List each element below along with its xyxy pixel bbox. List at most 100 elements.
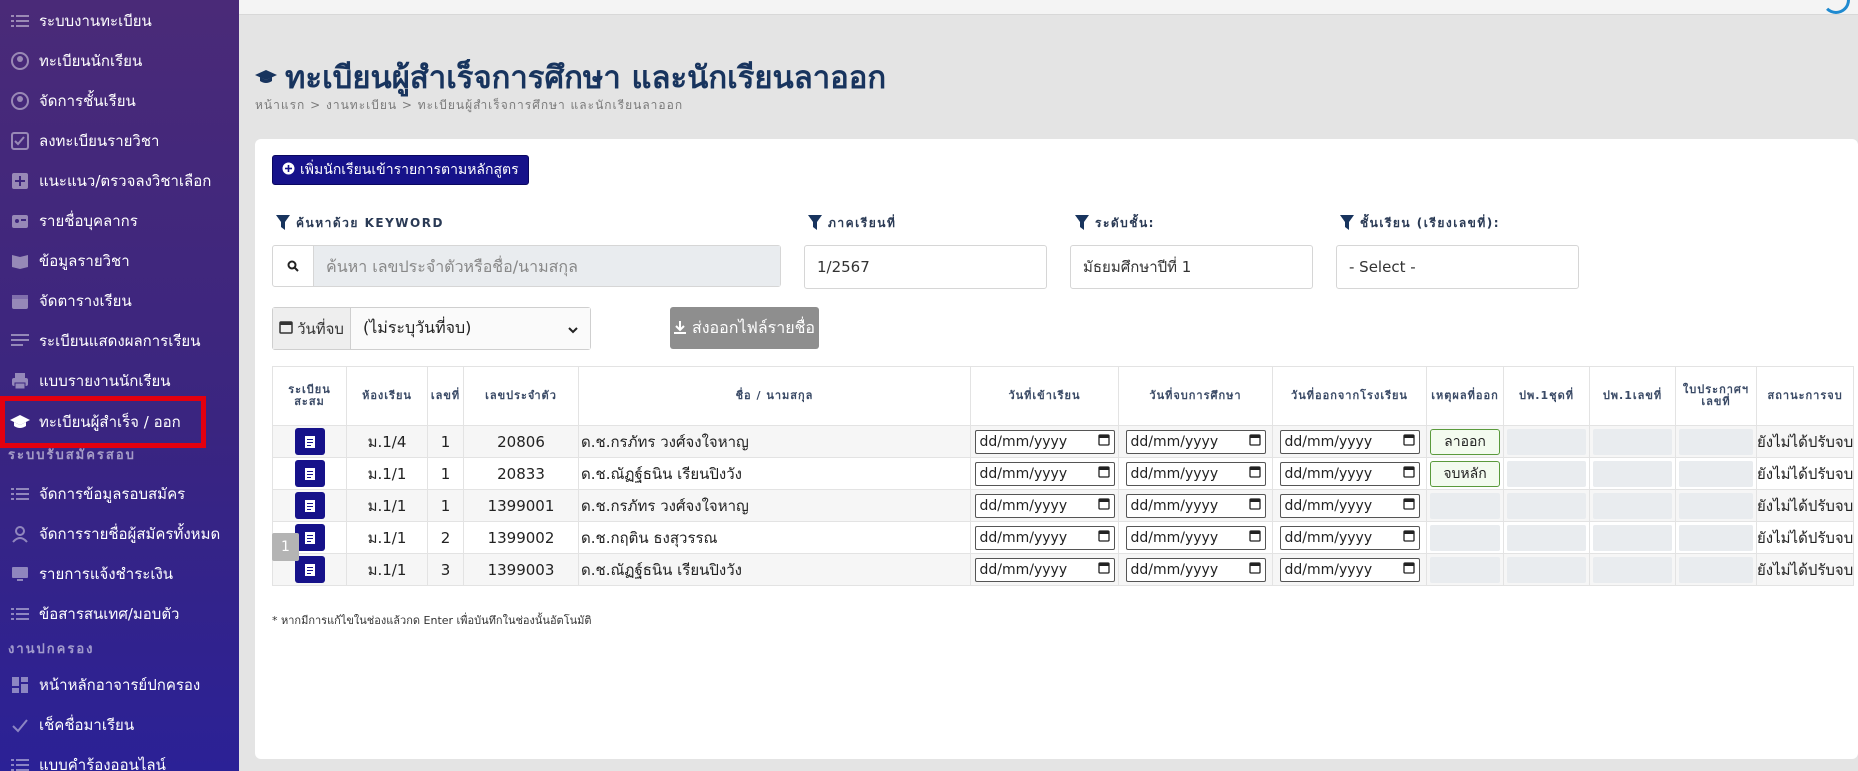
record-button[interactable] xyxy=(294,492,325,519)
leave-date-input[interactable]: dd/mm/yyyy xyxy=(1279,429,1420,454)
cell-number: 2 xyxy=(427,521,464,554)
calendar-icon xyxy=(1097,433,1110,450)
leave-date-input[interactable]: dd/mm/yyyy xyxy=(1279,557,1420,582)
list-icon xyxy=(10,11,30,31)
por1-number-input[interactable] xyxy=(1593,556,1672,583)
sidebar-item-payments[interactable]: รายการแจ้งชำระเงิน xyxy=(0,554,239,594)
leave-date-input[interactable]: dd/mm/yyyy xyxy=(1279,461,1420,486)
enroll-date-input[interactable]: dd/mm/yyyy xyxy=(974,429,1115,454)
sidebar-item-subject-info[interactable]: ข้อมูลรายวิชา xyxy=(0,241,239,281)
user-icon xyxy=(10,524,30,544)
semester-filter-label: ภาคเรียนที่ xyxy=(808,214,896,233)
graduate-date-input[interactable]: dd/mm/yyyy xyxy=(1125,557,1266,582)
por1-number-input[interactable] xyxy=(1593,492,1672,519)
certificate-number-input[interactable] xyxy=(1679,492,1753,519)
sidebar-item-attendance[interactable]: เช็คชื่อมาเรียน xyxy=(0,705,239,745)
sidebar-item-online-request[interactable]: แบบคำร้องออนไลน์ xyxy=(0,745,239,771)
sidebar-item-label: แนะแนว/ตรวจลงวิชาเลือก xyxy=(39,172,212,190)
record-button[interactable] xyxy=(294,556,325,583)
sidebar-item-course-registration[interactable]: ลงทะเบียนรายวิชา xyxy=(0,121,239,161)
leave-reason-input[interactable] xyxy=(1430,492,1500,519)
date-placeholder: dd/mm/yyyy xyxy=(979,433,1068,450)
col-header-por1-set: ปพ.1ชุดที่ xyxy=(1503,366,1590,426)
cell-room: ม.1/4 xyxy=(346,425,428,458)
sidebar-item-label: แบบรายงานนักเรียน xyxy=(39,372,171,390)
por1-set-input[interactable] xyxy=(1507,428,1586,455)
table-row: ม.1/1 1 1399001 ด.ช.กรภัทร วงศ์จงใจหาญ d… xyxy=(272,489,1855,522)
sidebar-item-student-registry[interactable]: ทะเบียนนักเรียน xyxy=(0,41,239,81)
graduate-date-input[interactable]: dd/mm/yyyy xyxy=(1125,461,1266,486)
enroll-date-input[interactable]: dd/mm/yyyy xyxy=(974,493,1115,518)
sidebar-item-student-report[interactable]: แบบรายงานนักเรียน xyxy=(0,361,239,401)
printer-icon xyxy=(10,371,30,391)
sidebar-item-admission-rounds[interactable]: จัดการข้อมูลรอบสมัคร xyxy=(0,474,239,514)
level-input[interactable]: มัธยมศึกษาปีที่ 1 xyxy=(1070,245,1313,289)
sidebar-item-label: แบบคำร้องออนไลน์ xyxy=(39,756,166,771)
graduation-cap-icon xyxy=(255,68,277,86)
certificate-number-input[interactable] xyxy=(1679,524,1753,551)
date-placeholder: dd/mm/yyyy xyxy=(1130,561,1219,578)
sidebar-item-transcript[interactable]: ระเบียนแสดงผลการเรียน xyxy=(0,321,239,361)
leave-reason-button[interactable]: จบหลัก xyxy=(1430,460,1500,487)
certificate-number-input[interactable] xyxy=(1679,460,1753,487)
date-placeholder: dd/mm/yyyy xyxy=(1130,529,1219,546)
add-student-button[interactable]: เพิ่มนักเรียนเข้ารายการตามหลักสูตร xyxy=(272,155,529,185)
semester-input[interactable]: 1/2567 xyxy=(804,245,1047,289)
sidebar-item-personnel[interactable]: รายชื่อบุคลากร xyxy=(0,201,239,241)
date-placeholder: dd/mm/yyyy xyxy=(1284,433,1373,450)
class-select[interactable]: - Select - xyxy=(1336,245,1579,289)
table-header-row: ระเบียนสะสม ห้องเรียน เลขที่ เลขประจำตัว… xyxy=(272,366,1855,426)
calendar-icon xyxy=(1097,561,1110,578)
leave-date-input[interactable]: dd/mm/yyyy xyxy=(1279,493,1420,518)
checklist-icon xyxy=(10,131,30,151)
date-placeholder: dd/mm/yyyy xyxy=(1284,561,1373,578)
por1-number-input[interactable] xyxy=(1593,524,1672,551)
leave-date-input[interactable]: dd/mm/yyyy xyxy=(1279,525,1420,550)
record-button[interactable] xyxy=(294,460,325,487)
graduate-date-input[interactable]: dd/mm/yyyy xyxy=(1125,429,1266,454)
sidebar-item-registration-system[interactable]: ระบบงานทะเบียน xyxy=(0,1,239,41)
sidebar-item-governance-home[interactable]: หน้าหลักอาจารย์ปกครอง xyxy=(0,665,239,705)
filter-icon xyxy=(1075,214,1089,233)
enroll-date-input[interactable]: dd/mm/yyyy xyxy=(974,525,1115,550)
record-button[interactable] xyxy=(294,524,325,551)
por1-set-input[interactable] xyxy=(1507,492,1586,519)
pagination-page-1[interactable]: 1 xyxy=(272,533,299,561)
sidebar-item-label: จัดการชั้นเรียน xyxy=(39,92,136,110)
table-row: ม.1/1 3 1399003 ด.ช.ณัฏฐ์ธนิน เรียนปิงวั… xyxy=(272,553,1855,586)
col-header-room: ห้องเรียน xyxy=(346,366,428,426)
por1-set-input[interactable] xyxy=(1507,556,1586,583)
end-date-label: วันที่จบ xyxy=(297,319,344,338)
medical-plus-icon xyxy=(10,171,30,191)
enroll-date-input[interactable]: dd/mm/yyyy xyxy=(974,461,1115,486)
leave-reason-input[interactable] xyxy=(1430,556,1500,583)
date-placeholder: dd/mm/yyyy xyxy=(1284,529,1373,546)
graduate-date-input[interactable]: dd/mm/yyyy xyxy=(1125,525,1266,550)
search-icon xyxy=(273,246,314,286)
por1-number-input[interactable] xyxy=(1593,460,1672,487)
sidebar-item-timetable[interactable]: จัดตารางเรียน xyxy=(0,281,239,321)
dashboard-icon xyxy=(10,675,30,695)
export-button[interactable]: ส่งออกไฟล์รายชื่อ xyxy=(670,307,819,349)
leave-reason-button[interactable]: ลาออก xyxy=(1430,428,1500,455)
sidebar-item-applicants[interactable]: จัดการรายชื่อผู้สมัครทั้งหมด xyxy=(0,514,239,554)
filter-icon xyxy=(808,214,822,233)
sidebar-item-class-management[interactable]: จัดการชั้นเรียน xyxy=(0,81,239,121)
sidebar-item-label: เช็คชื่อมาเรียน xyxy=(39,716,135,734)
sidebar-item-info-enrollment[interactable]: ข้อสารสนเทศ/มอบตัว xyxy=(0,594,239,634)
topbar xyxy=(239,0,1858,15)
end-date-select[interactable]: (ไม่ระบุวันที่จบ) xyxy=(351,308,590,349)
por1-number-input[interactable] xyxy=(1593,428,1672,455)
certificate-number-input[interactable] xyxy=(1679,428,1753,455)
leave-reason-input[interactable] xyxy=(1430,524,1500,551)
search-input[interactable] xyxy=(314,246,780,286)
certificate-number-input[interactable] xyxy=(1679,556,1753,583)
sidebar-item-guidance[interactable]: แนะแนว/ตรวจลงวิชาเลือก xyxy=(0,161,239,201)
sidebar-item-label: ระเบียนแสดงผลการเรียน xyxy=(39,332,201,350)
por1-set-input[interactable] xyxy=(1507,460,1586,487)
graduate-date-input[interactable]: dd/mm/yyyy xyxy=(1125,493,1266,518)
por1-set-input[interactable] xyxy=(1507,524,1586,551)
enroll-date-input[interactable]: dd/mm/yyyy xyxy=(974,557,1115,582)
record-button[interactable] xyxy=(294,428,325,455)
table-row: ม.1/1 2 1399002 ด.ช.กฤติน ธงสุวรรณ dd/mm… xyxy=(272,521,1855,554)
